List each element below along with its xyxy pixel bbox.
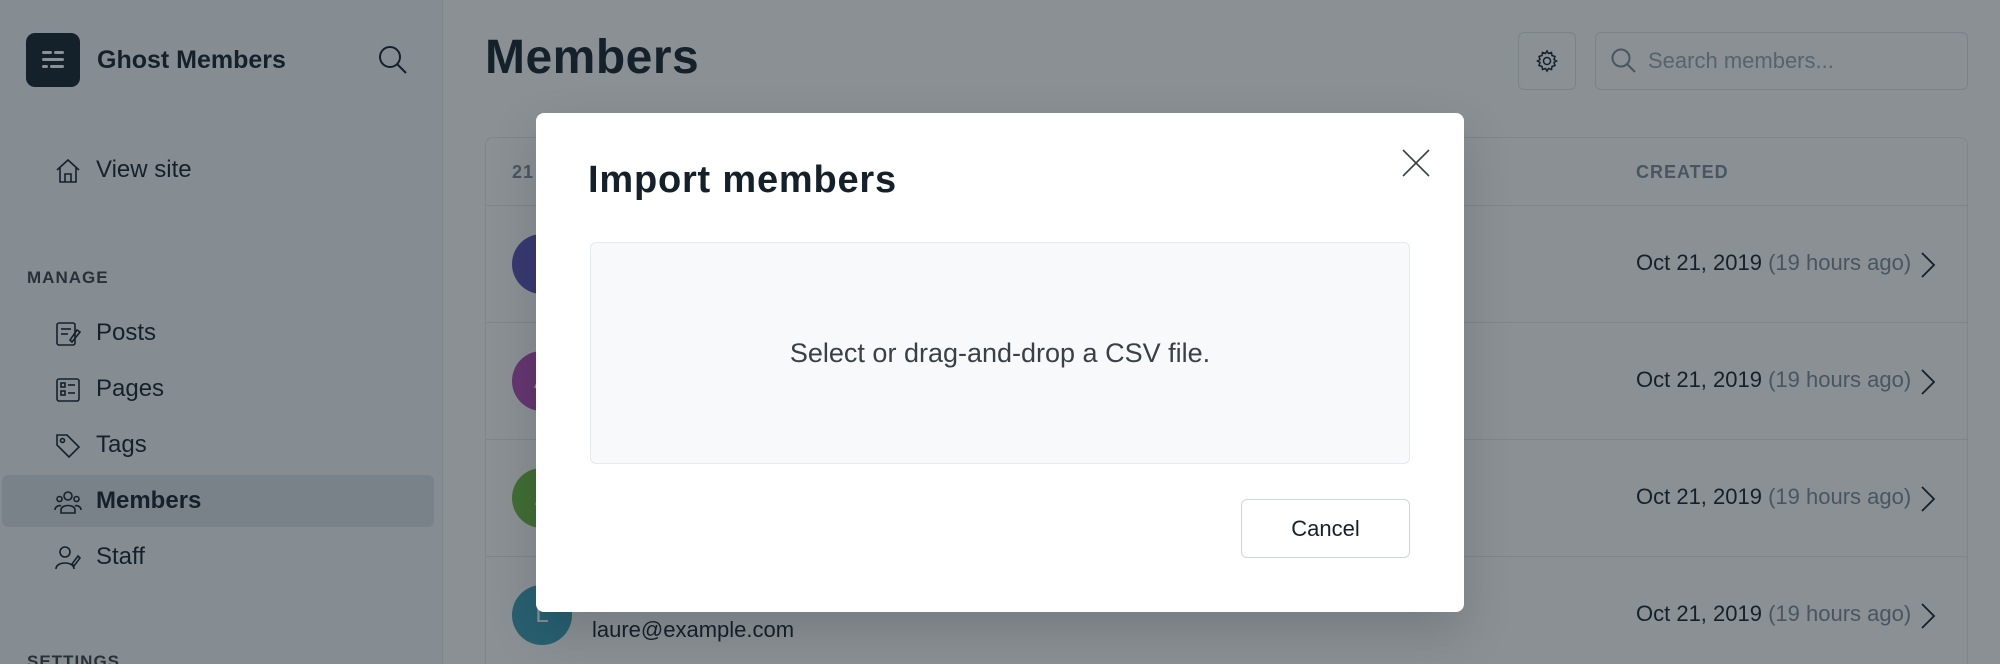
cancel-button[interactable]: Cancel bbox=[1241, 499, 1410, 558]
close-icon bbox=[1402, 149, 1430, 177]
dropzone-text: Select or drag-and-drop a CSV file. bbox=[789, 337, 1211, 368]
close-button[interactable] bbox=[1396, 143, 1436, 183]
csv-dropzone[interactable]: Select or drag-and-drop a CSV file. bbox=[590, 242, 1410, 464]
modal-title: Import members bbox=[588, 159, 897, 201]
import-members-modal: Import members Select or drag-and-drop a… bbox=[536, 113, 1464, 612]
